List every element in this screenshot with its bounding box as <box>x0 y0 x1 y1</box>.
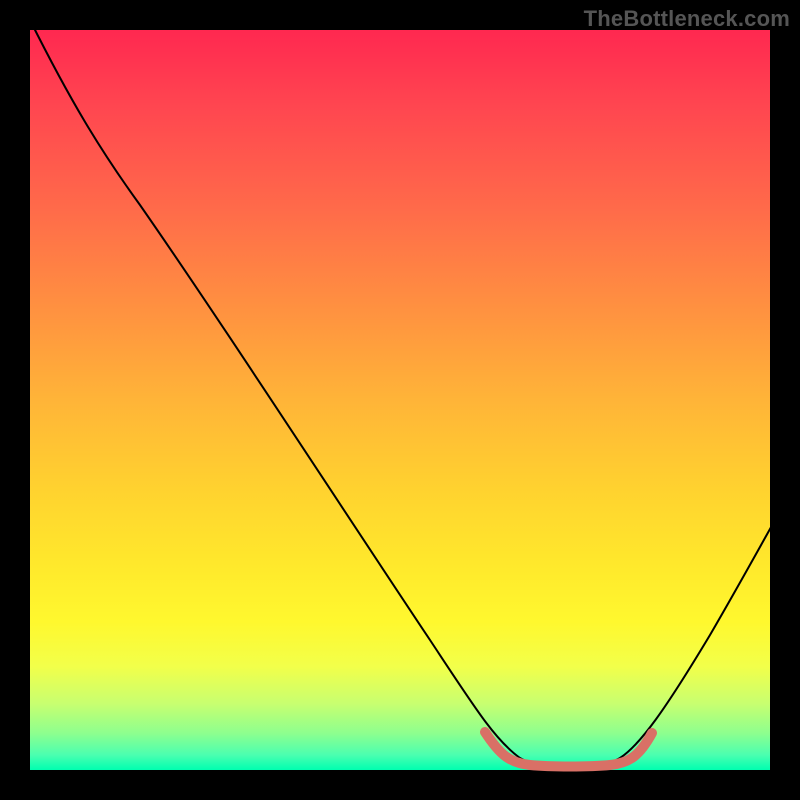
chart-frame: TheBottleneck.com <box>0 0 800 800</box>
bottleneck-curve <box>30 20 775 768</box>
chart-svg <box>30 30 770 770</box>
watermark-text: TheBottleneck.com <box>584 6 790 32</box>
